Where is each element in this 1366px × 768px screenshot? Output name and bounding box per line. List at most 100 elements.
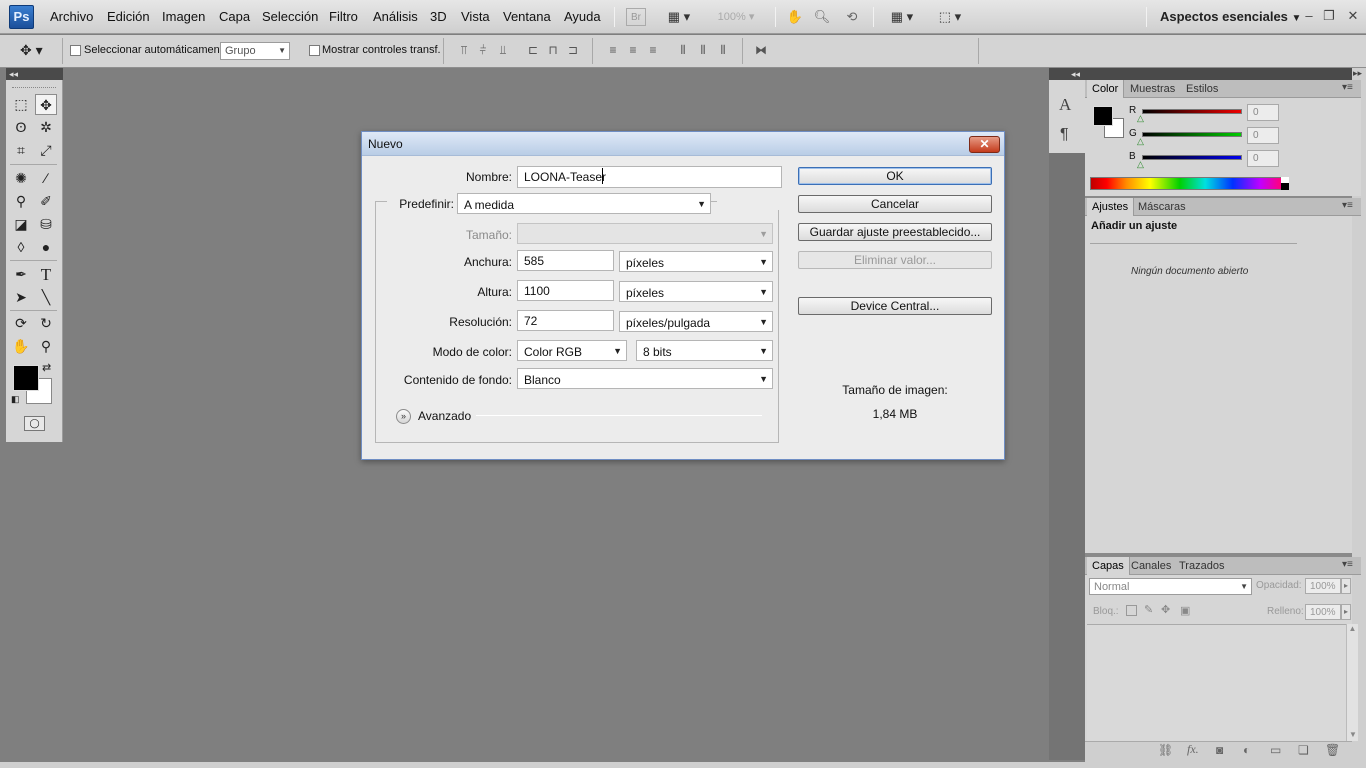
auto-align-layers-icon[interactable]: ⧓ [752,43,770,59]
menu-vista[interactable]: Vista [461,9,490,27]
default-colors-icon[interactable]: ◧ [11,394,20,405]
tab-mascaras[interactable]: Máscaras [1133,198,1191,216]
dialog-titlebar[interactable]: Nuevo ✕ [362,132,1004,156]
resolution-unit-select[interactable]: píxeles/pulgada ▼ [619,311,773,332]
3d-rotate-tool-icon[interactable]: ⟳ [10,313,32,334]
blue-slider-handle-icon[interactable]: △ [1137,159,1144,170]
distribute-left-icon[interactable]: ⦀ [674,43,692,59]
crop-tool-icon[interactable]: ⌗ [10,140,32,161]
menu-3d[interactable]: 3D [430,9,447,27]
lock-all-icon[interactable]: ▣ [1180,604,1190,617]
auto-select-target-select[interactable]: Grupo ▼ [220,42,290,60]
dodge-tool-icon[interactable]: ● [35,237,57,258]
expand-advanced-icon[interactable]: » [396,409,411,424]
zoom-tool-icon[interactable]: ⚲ [35,336,57,357]
bit-depth-select[interactable]: 8 bits ▼ [636,340,773,361]
spectrum-black-swatch[interactable] [1281,183,1289,190]
resolution-input[interactable]: 72 [517,310,614,331]
lasso-tool-icon[interactable]: ʘ [10,117,32,138]
clone-stamp-tool-icon[interactable]: ⚲ [10,191,32,212]
dialog-close-button[interactable]: ✕ [969,136,1000,153]
red-value-input[interactable]: 0 [1247,104,1279,121]
pen-tool-icon[interactable]: ✒ [10,264,32,285]
eraser-tool-icon[interactable]: ◪ [10,214,32,235]
rotate-view-icon[interactable]: ⟲ [843,8,861,26]
distribute-vcenter-icon[interactable]: ≡ [624,43,642,59]
distribute-bottom-icon[interactable]: ≡ [644,43,662,59]
restore-icon[interactable]: ❐ [1320,7,1338,25]
magic-wand-tool-icon[interactable]: ✲ [35,117,57,138]
lock-position-icon[interactable]: ✥ [1161,603,1170,616]
menu-imagen[interactable]: Imagen [162,9,205,27]
close-icon[interactable]: ✕ [1344,7,1362,25]
arrange-documents-icon[interactable]: ▦ ▾ [885,8,919,26]
green-slider-handle-icon[interactable]: △ [1137,136,1144,147]
healing-brush-tool-icon[interactable]: ✺ [10,168,32,189]
character-panel-icon[interactable]: A [1059,95,1071,115]
brush-tool-icon[interactable]: ∕ [35,168,57,189]
foreground-color-swatch[interactable] [13,365,39,391]
menu-edicion[interactable]: Edición [107,9,150,27]
move-tool-icon[interactable]: ✥ [35,94,57,115]
hand-tool-icon[interactable]: ✋ [10,336,32,357]
name-input[interactable]: LOONA-Teaser [517,166,782,188]
background-contents-select[interactable]: Blanco ▼ [517,368,773,389]
auto-select-checkbox[interactable] [70,45,81,56]
save-preset-button[interactable]: Guardar ajuste preestablecido... [798,223,992,241]
align-right-icon[interactable]: ⊐ [564,43,582,59]
advanced-label[interactable]: Avanzado [418,409,471,423]
trash-icon[interactable]: 🗑︎ [1325,743,1340,757]
green-value-input[interactable]: 0 [1247,127,1279,144]
preset-select[interactable]: A medida ▼ [457,193,711,214]
ok-button[interactable]: OK [798,167,992,185]
height-unit-select[interactable]: píxeles ▼ [619,281,773,302]
opacity-input[interactable]: 100% [1305,578,1341,594]
fill-input[interactable]: 100% [1305,604,1341,620]
blue-slider[interactable] [1142,155,1242,160]
new-group-icon[interactable]: ▭ [1270,743,1281,757]
red-slider-handle-icon[interactable]: △ [1137,113,1144,124]
menu-ayuda[interactable]: Ayuda [564,9,601,27]
3d-orbit-tool-icon[interactable]: ↻ [35,313,57,334]
blur-tool-icon[interactable]: ◊ [10,237,32,258]
zoom-tool-icon[interactable]: 🔍︎ [813,8,831,26]
line-tool-icon[interactable]: ╲ [35,287,57,308]
lock-transparency-icon[interactable] [1126,605,1137,616]
tab-canales[interactable]: Canales [1126,557,1176,575]
quick-mask-icon[interactable]: ◯ [24,416,45,431]
swap-colors-icon[interactable]: ⇄ [42,361,51,374]
photoshop-logo-icon[interactable]: Ps [9,5,34,29]
hand-tool-icon[interactable]: ✋ [786,8,804,26]
panel-menu-icon[interactable]: ▾≡ [1342,559,1353,570]
dock-collapse-icon[interactable]: ◂◂ [1049,68,1085,80]
move-tool-preset-icon[interactable]: ✥ ▾ [20,42,43,59]
zoom-level-select[interactable]: 100% ▾ [710,8,762,26]
red-slider[interactable] [1142,109,1242,114]
panel-menu-icon[interactable]: ▾≡ [1342,82,1353,93]
adjustment-layer-icon[interactable]: ◐ [1243,743,1250,757]
type-tool-icon[interactable]: T [35,264,57,285]
align-top-icon[interactable]: ⫪ [455,43,473,59]
delete-preset-button[interactable]: Eliminar valor... [798,251,992,269]
cancel-button[interactable]: Cancelar [798,195,992,213]
align-left-icon[interactable]: ⊏ [524,43,542,59]
distribute-right-icon[interactable]: ⦀ [714,43,732,59]
color-panel-foreground-swatch[interactable] [1093,106,1113,126]
blend-mode-select[interactable]: Normal ▼ [1089,578,1252,595]
layer-mask-icon[interactable]: ◙ [1216,743,1223,757]
paragraph-panel-icon[interactable]: ¶ [1060,126,1069,144]
align-vcenter-icon[interactable]: ⫩ [474,43,492,59]
menu-seleccion[interactable]: Selección [262,9,318,27]
toolbox-collapse-icon[interactable]: ◂◂ [6,68,63,80]
width-input[interactable]: 585 [517,250,614,271]
color-mode-select[interactable]: Color RGB ▼ [517,340,627,361]
tab-estilos[interactable]: Estilos [1181,80,1223,98]
menu-archivo[interactable]: Archivo [50,9,93,27]
paint-bucket-tool-icon[interactable]: ⛁ [35,214,57,235]
bridge-icon[interactable]: Br [626,8,646,26]
menu-analisis[interactable]: Análisis [373,9,418,27]
path-selection-tool-icon[interactable]: ➤ [10,287,32,308]
align-bottom-icon[interactable]: ⫫ [494,43,512,59]
align-hcenter-icon[interactable]: ⊓ [544,43,562,59]
menu-ventana[interactable]: Ventana [503,9,551,27]
